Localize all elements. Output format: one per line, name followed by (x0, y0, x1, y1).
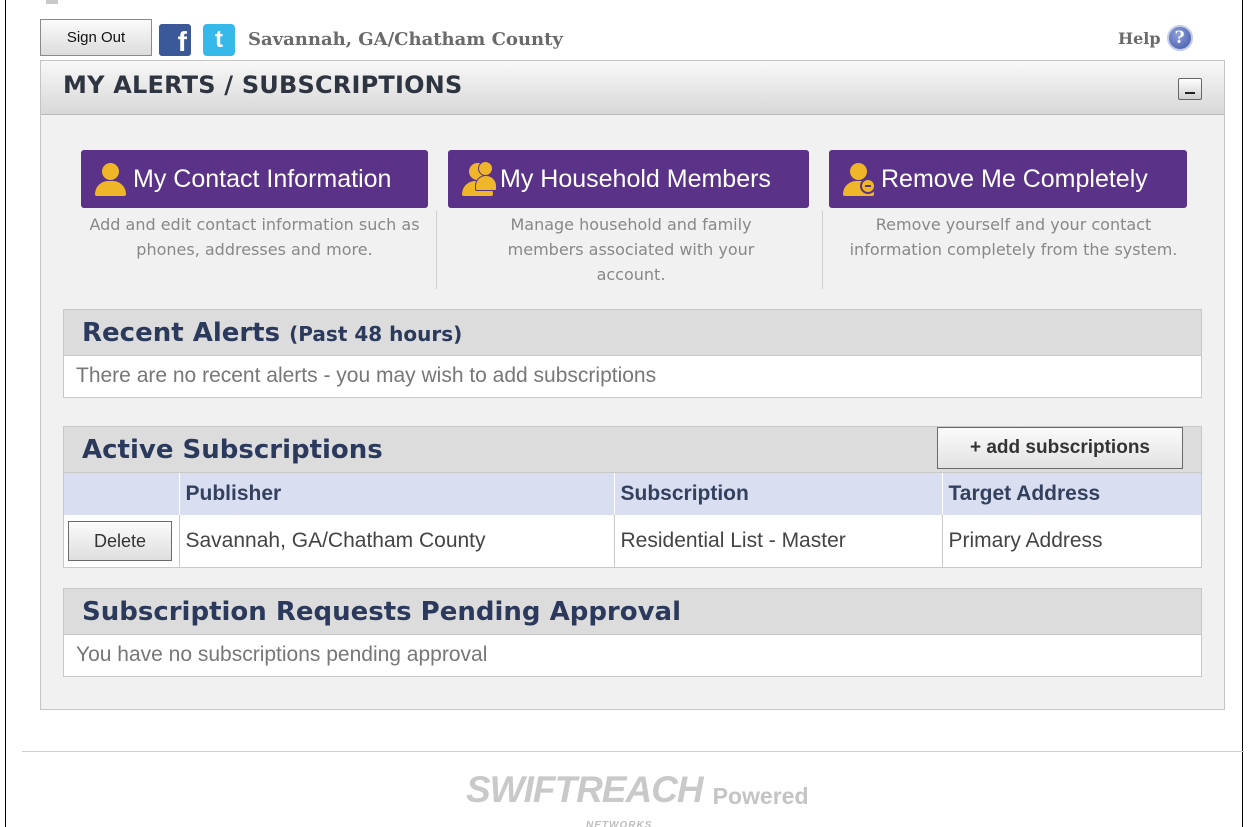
recent-alerts-message: There are no recent alerts - you may wis… (76, 364, 657, 387)
brand-name: SWIFTREACH (466, 769, 704, 810)
help-label: Help (1118, 28, 1161, 48)
household-icon (460, 161, 497, 197)
pending-approval-section: Subscription Requests Pending Approval Y… (63, 588, 1202, 677)
recent-alerts-title: Recent Alerts (82, 318, 281, 348)
target-address-cell: Primary Address (942, 515, 1201, 567)
divider (822, 211, 823, 289)
active-subscriptions-section: Active Subscriptions + add subscriptions… (63, 426, 1202, 568)
minimize-button[interactable] (1178, 78, 1202, 100)
sign-out-button[interactable]: Sign Out (40, 19, 152, 56)
frame-left-border (5, 0, 6, 827)
pending-approval-message: You have no subscriptions pending approv… (76, 643, 488, 666)
brand-sub: NETWORKS (586, 820, 653, 827)
column-header-target-address: Target Address (942, 473, 1201, 515)
panel-header: MY ALERTS / SUBSCRIPTIONS (41, 61, 1224, 115)
twitter-icon[interactable]: t (203, 24, 235, 56)
action-label: My Household Members (500, 164, 771, 193)
contact-info-description: Add and edit contact information such as… (89, 215, 420, 259)
remove-me-description: Remove yourself and your contact informa… (849, 215, 1178, 259)
panel-title: MY ALERTS / SUBSCRIPTIONS (63, 71, 463, 99)
powered-label: Powered (712, 783, 809, 809)
action-cell: Delete (64, 515, 180, 567)
subscriptions-table: Publisher Subscription Target Address De… (64, 473, 1201, 567)
section-title: Recent Alerts (Past 48 hours) (82, 318, 462, 348)
action-label: Remove Me Completely (881, 164, 1148, 193)
remove-person-icon (841, 161, 876, 197)
table-row: Delete Savannah, GA/Chatham County Resid… (64, 515, 1201, 567)
household-description: Manage household and family members asso… (507, 215, 755, 284)
agency-name: Savannah, GA/Chatham County (248, 29, 563, 50)
help-icon: ? (1166, 25, 1193, 51)
my-contact-information-button[interactable]: My Contact Information (81, 150, 428, 208)
add-subscriptions-button[interactable]: + add subscriptions (937, 427, 1183, 469)
help-link[interactable]: Help ? (1118, 25, 1193, 51)
facebook-icon[interactable]: f (159, 24, 191, 56)
section-header: Subscription Requests Pending Approval (64, 589, 1201, 635)
action-label: My Contact Information (133, 164, 392, 193)
publisher-cell: Savannah, GA/Chatham County (179, 515, 615, 567)
person-icon (93, 161, 127, 197)
column-header-subscription: Subscription (614, 473, 943, 515)
alerts-panel: MY ALERTS / SUBSCRIPTIONS My Contact Inf… (40, 60, 1225, 710)
column-header-action (64, 473, 180, 515)
pending-approval-title: Subscription Requests Pending Approval (82, 597, 682, 627)
recent-alerts-subtitle: (Past 48 hours) (289, 322, 463, 346)
divider (436, 211, 437, 289)
swiftreach-brand: SWIFTREACH NETWORKS (466, 769, 704, 827)
swiftreach-logo: SWIFTREACH NETWORKS Powered (466, 769, 809, 827)
active-subscriptions-title: Active Subscriptions (82, 435, 383, 465)
table-header-row: Publisher Subscription Target Address (64, 473, 1201, 515)
my-household-members-button[interactable]: My Household Members (448, 150, 809, 208)
delete-button[interactable]: Delete (68, 521, 172, 561)
section-header: Active Subscriptions + add subscriptions (64, 427, 1201, 473)
column-header-publisher: Publisher (179, 473, 615, 515)
remove-me-completely-button[interactable]: Remove Me Completely (829, 150, 1187, 208)
section-header: Recent Alerts (Past 48 hours) (64, 310, 1201, 356)
recent-alerts-section: Recent Alerts (Past 48 hours) There are … (63, 309, 1202, 398)
subscription-cell: Residential List - Master (614, 515, 943, 567)
